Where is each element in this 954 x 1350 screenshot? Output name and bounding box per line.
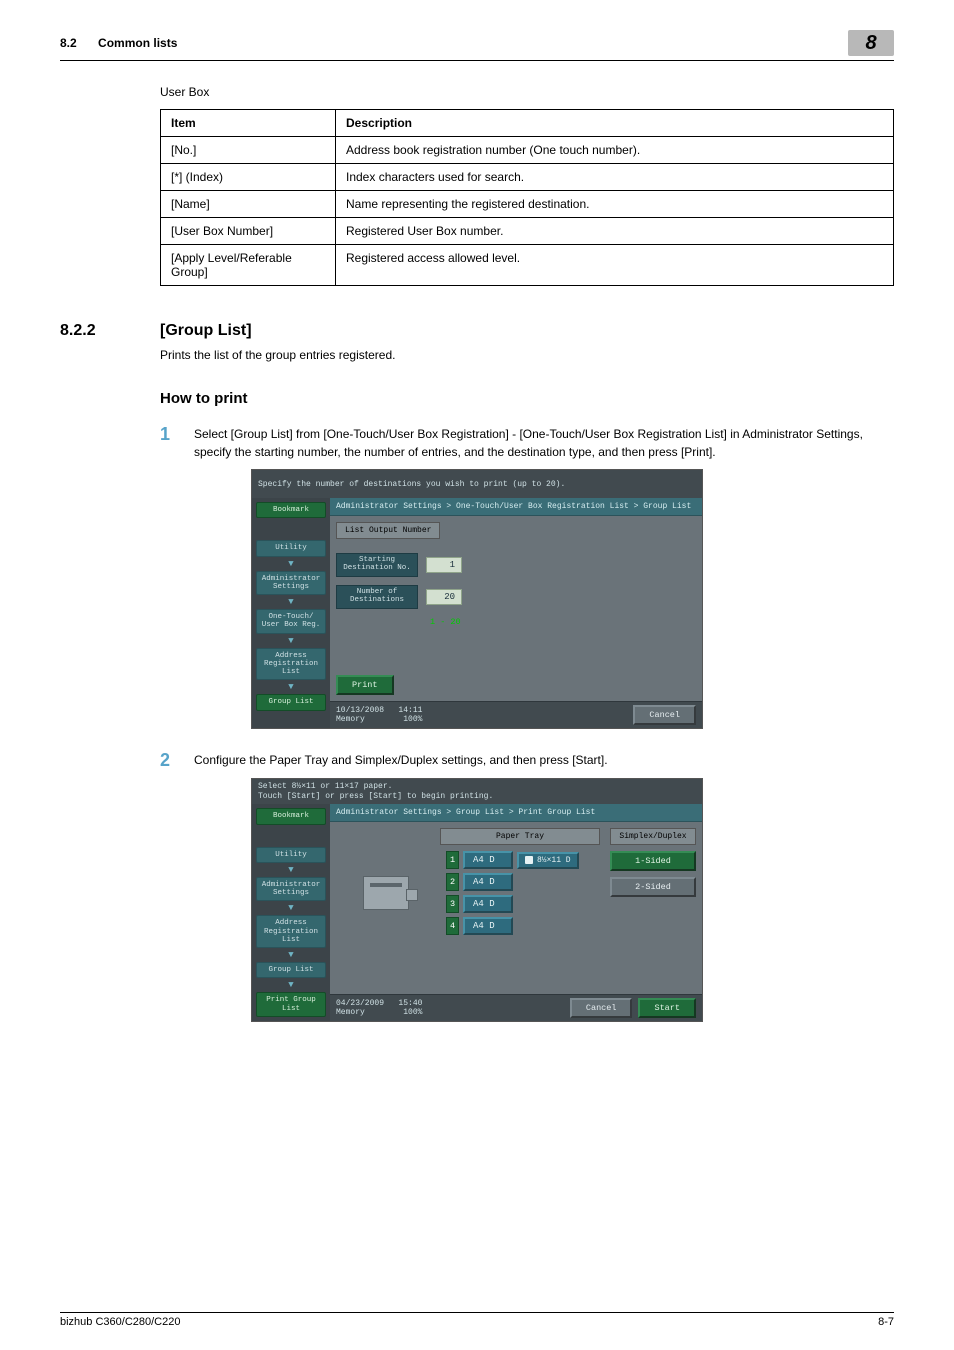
tray-button[interactable]: A4 D [463,873,513,891]
table-row: [User Box Number]Registered User Box num… [161,218,894,245]
table-row: [*] (Index)Index characters used for sea… [161,164,894,191]
label-starting-dest: Starting Destination No. [336,553,418,577]
tray-number: 1 [446,851,459,869]
status-datetime: 04/23/2009 15:40 Memory 100% [336,999,422,1017]
step-number: 1 [160,425,194,461]
footer-model: bizhub C360/C280/C220 [60,1316,180,1328]
tray-number: 4 [446,917,459,935]
tray-number: 2 [446,873,459,891]
chevron-down-icon: ▼ [256,684,326,690]
chevron-down-icon: ▼ [256,982,326,988]
chevron-down-icon: ▼ [256,638,326,644]
screenshot-group-list: Specify the number of destinations you w… [251,469,703,729]
panel-instruction: Select 8½×11 or 11×17 paper. Touch [Star… [252,779,702,804]
chevron-down-icon: ▼ [256,867,326,873]
step-number: 2 [160,751,194,771]
crumb-utility[interactable]: Utility [256,540,326,556]
print-button[interactable]: Print [336,675,394,695]
footer-page: 8-7 [878,1316,894,1328]
panel-instruction: Specify the number of destinations you w… [252,470,702,498]
subsection-number: 8.2.2 [60,322,160,340]
label-num-dest: Number of Destinations [336,585,418,609]
subsection-title: [Group List] [160,322,252,340]
chevron-down-icon: ▼ [256,561,326,567]
crumb-bookmark[interactable]: Bookmark [256,808,326,824]
crumb-reglist[interactable]: Address Registration List [256,915,326,948]
tab-list-output[interactable]: List Output Number [336,522,440,539]
table-row: [No.]Address book registration number (O… [161,137,894,164]
running-header: 8.2 Common lists [60,30,177,50]
two-sided-button[interactable]: 2-Sided [610,877,696,897]
chevron-down-icon: ▼ [256,905,326,911]
tray-number: 3 [446,895,459,913]
crumb-grouplist[interactable]: Group List [256,962,326,978]
start-button[interactable]: Start [638,998,696,1018]
screenshot-print-group-list: Select 8½×11 or 11×17 paper. Touch [Star… [251,778,703,1022]
status-datetime: 10/13/2008 14:11 Memory 100% [336,706,422,724]
tray-button[interactable]: A4 D [463,895,513,913]
tray-button[interactable]: A4 D [463,917,513,935]
breadcrumb-path: Administrator Settings > One-Touch/User … [330,498,702,516]
crumb-onetouch[interactable]: One-Touch/ User Box Reg. [256,609,326,634]
col-paper-tray: Paper Tray [440,828,600,845]
crumb-reglist[interactable]: Address Registration List [256,648,326,681]
header-rule [60,60,894,61]
plug-icon [525,856,533,864]
howto-heading: How to print [60,390,894,407]
step-text: Configure the Paper Tray and Simplex/Dup… [194,751,608,771]
crumb-grouplist[interactable]: Group List [256,694,326,710]
crumb-admin[interactable]: Administrator Settings [256,571,326,596]
userbox-table: Item Description [No.]Address book regis… [160,109,894,286]
cancel-button[interactable]: Cancel [633,705,696,725]
breadcrumb-sidebar: Bookmark Utility ▼ Administrator Setting… [252,804,330,1021]
table-row: [Name]Name representing the registered d… [161,191,894,218]
tray-button[interactable]: A4 D [463,851,513,869]
crumb-bookmark[interactable]: Bookmark [256,502,326,518]
chevron-down-icon: ▼ [256,952,326,958]
crumb-print-grouplist[interactable]: Print Group List [256,992,326,1017]
section-title: Common lists [98,36,177,50]
userbox-label: User Box [160,85,894,99]
printer-icon [363,876,409,910]
tray-extra-button[interactable]: 8½×11 D [517,852,579,869]
th-item: Item [161,110,336,137]
crumb-utility[interactable]: Utility [256,847,326,863]
chevron-down-icon: ▼ [256,599,326,605]
breadcrumb-sidebar: Bookmark Utility ▼ Administrator Setting… [252,498,330,728]
intro-text: Prints the list of the group entries reg… [60,348,894,362]
step-text: Select [Group List] from [One-Touch/User… [194,425,894,461]
col-simplex-duplex: Simplex/Duplex [610,828,696,845]
table-row: [Apply Level/Referable Group]Registered … [161,245,894,286]
th-desc: Description [336,110,894,137]
breadcrumb-path: Administrator Settings > Group List > Pr… [330,804,702,822]
cancel-button[interactable]: Cancel [570,998,633,1018]
input-starting-dest[interactable]: 1 [426,557,462,573]
crumb-admin[interactable]: Administrator Settings [256,877,326,902]
chapter-badge: 8 [848,30,894,56]
page-footer: bizhub C360/C280/C220 8-7 [60,1312,894,1328]
one-sided-button[interactable]: 1-Sided [610,851,696,871]
section-number: 8.2 [60,36,77,50]
input-num-dest[interactable]: 20 [426,589,462,605]
range-hint: 1 - 20 [430,617,696,627]
